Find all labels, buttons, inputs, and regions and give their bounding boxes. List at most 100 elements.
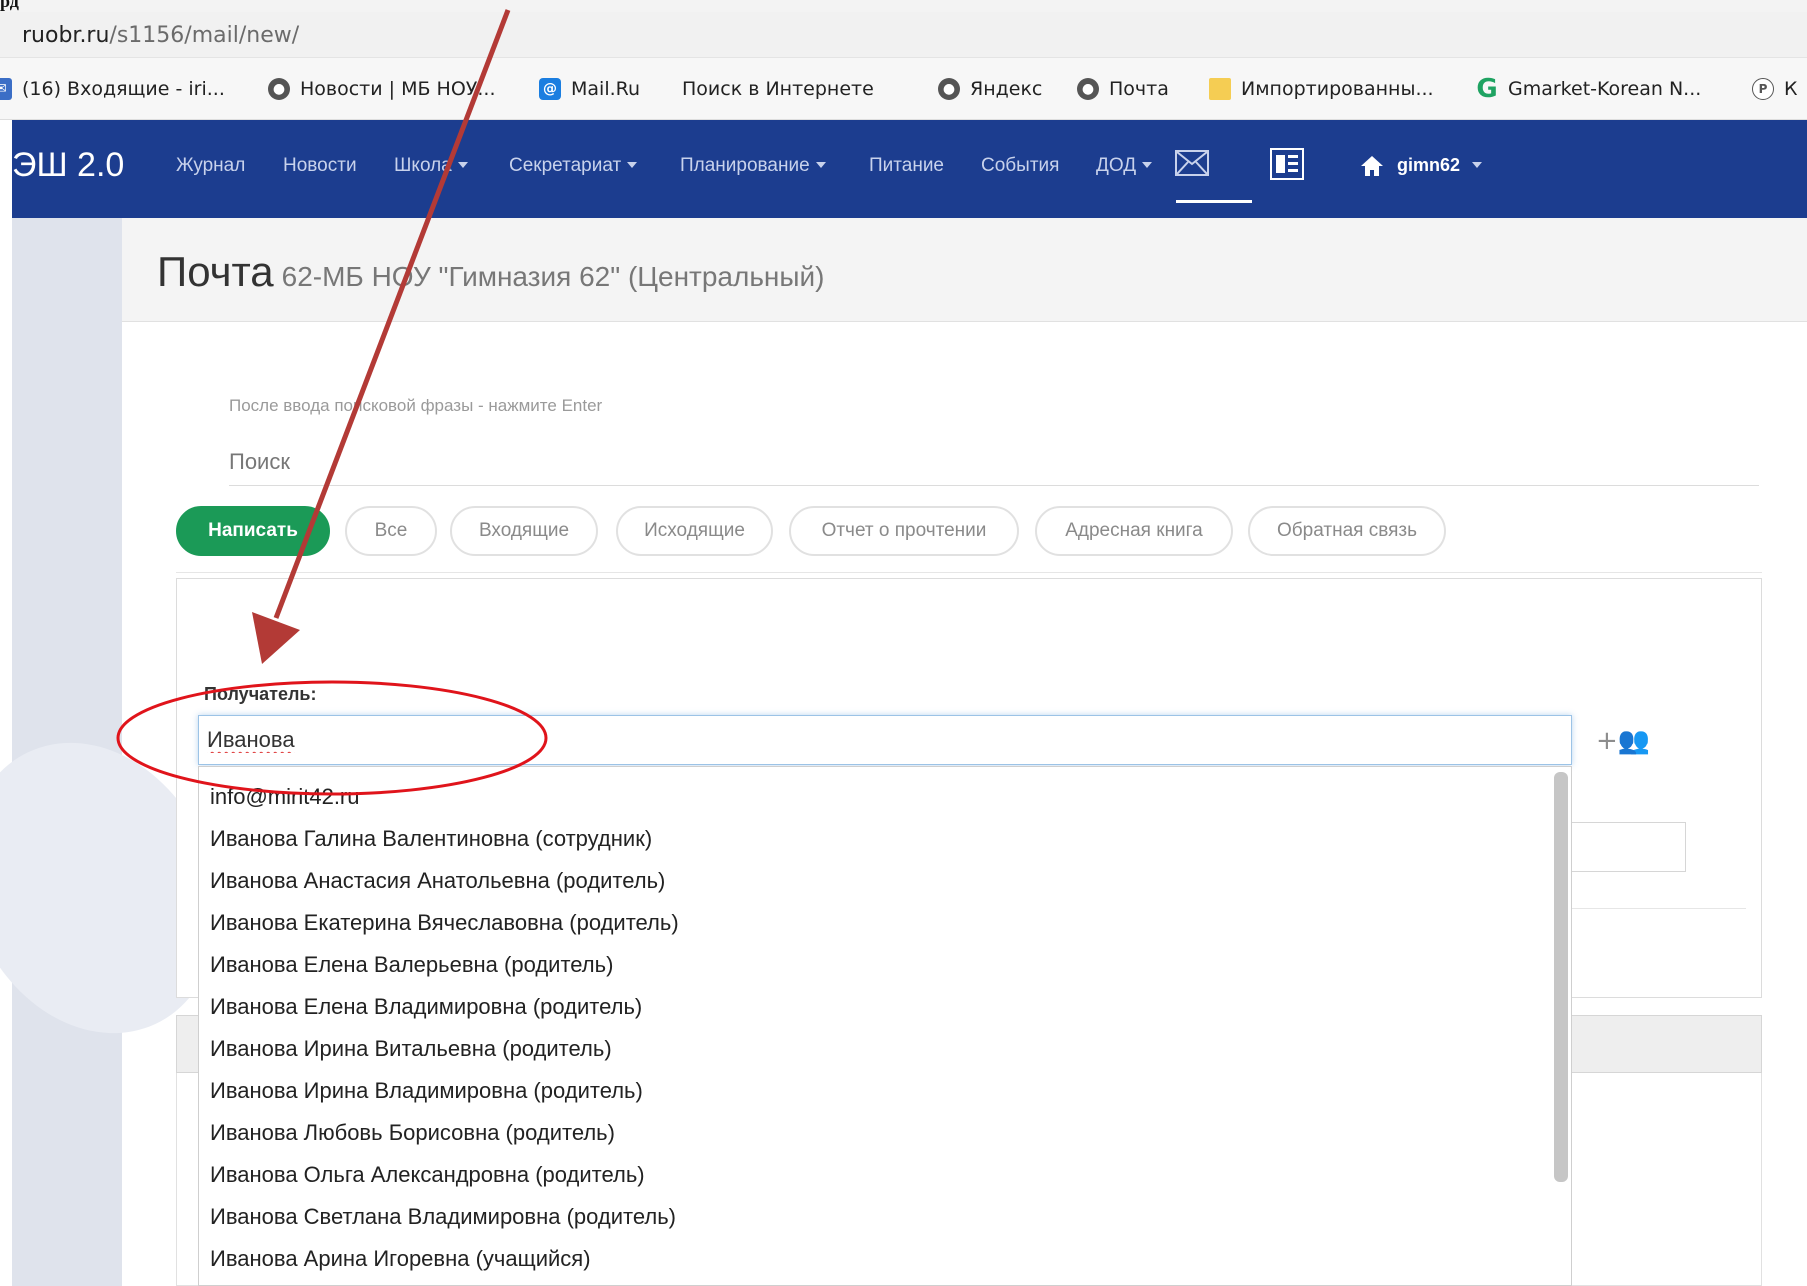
bookmark-label: К bbox=[1784, 78, 1798, 100]
chevron-down-icon bbox=[457, 162, 468, 168]
divider bbox=[176, 572, 1762, 573]
search-input[interactable] bbox=[229, 438, 1759, 486]
url-text[interactable]: ruobr.ru/s1156/mail/new/ bbox=[22, 23, 299, 48]
suggestion-item[interactable]: Иванова Арина Игоревна (учащийся) bbox=[210, 1246, 591, 1272]
url-path: /s1156/mail/new/ bbox=[109, 23, 300, 48]
folder-icon bbox=[1209, 78, 1231, 100]
divider bbox=[1570, 908, 1746, 909]
tab-label: Адресная книга bbox=[1065, 520, 1203, 541]
home-icon[interactable] bbox=[1361, 156, 1383, 176]
globe-icon: ● bbox=[1077, 78, 1099, 100]
suggestion-item[interactable]: Иванова Ирина Витальевна (родитель) bbox=[210, 1036, 612, 1062]
globe-icon: ● bbox=[938, 78, 960, 100]
page-header: Почта 62-МБ НОУ "Гимназия 62" (Центральны… bbox=[122, 218, 1807, 322]
tab-all[interactable]: Все bbox=[345, 506, 437, 556]
page-subtitle: 62-МБ НОУ "Гимназия 62" (Центральный) bbox=[281, 261, 825, 292]
bookmark-search[interactable]: ○ Поиск в Интернете bbox=[682, 74, 933, 534]
nav-item-news[interactable]: Новости bbox=[283, 155, 357, 177]
nav-item-journal[interactable]: Журнал bbox=[176, 155, 245, 177]
mail-icon: ✉ bbox=[0, 78, 12, 100]
board-icon-part bbox=[1288, 162, 1298, 165]
add-contacts-icon[interactable]: +👥 bbox=[1596, 726, 1650, 756]
main-navbar: ЭШ 2.0 Журнал Новости Школа Секретариат … bbox=[12, 120, 1807, 218]
nav-item-label: Планирование bbox=[680, 155, 810, 176]
document-title-fragment: рд bbox=[0, 0, 19, 11]
user-menu[interactable]: gimn62 bbox=[1397, 155, 1483, 176]
nav-item-events[interactable]: События bbox=[981, 155, 1059, 177]
suggestion-item[interactable]: Иванова Ольга Александровна (родитель) bbox=[210, 1162, 645, 1188]
nav-item-label: Журнал bbox=[176, 155, 246, 176]
suggestion-item[interactable]: Иванова Галина Валентиновна (сотрудник) bbox=[210, 826, 652, 852]
recipient-label: Получатель: bbox=[204, 684, 317, 704]
compose-button[interactable]: Написать bbox=[176, 506, 330, 556]
recipient-suggestions: info@mirit42.ru Иванова Галина Валентино… bbox=[198, 766, 1572, 1286]
bookmark-gmarket[interactable]: G Gmarket-Korean N... bbox=[1476, 74, 1701, 104]
page-title-text: Почта bbox=[157, 248, 274, 295]
suggestion-item[interactable]: Иванова Ирина Владимировна (родитель) bbox=[210, 1078, 643, 1104]
nav-item-label: Секретариат bbox=[509, 155, 622, 176]
recipient-input[interactable] bbox=[198, 715, 1572, 765]
active-tab-underline bbox=[1176, 200, 1252, 203]
document-title-strip: рд bbox=[0, 0, 1807, 12]
bookmark-imported[interactable]: Импортированны... bbox=[1209, 74, 1434, 104]
tab-read-receipt[interactable]: Отчет о прочтении bbox=[789, 506, 1019, 556]
bookmark-label: Mail.Ru bbox=[571, 78, 641, 100]
g-icon: G bbox=[1476, 74, 1498, 104]
hidden-field[interactable] bbox=[1570, 822, 1686, 872]
tab-label: Исходящие bbox=[644, 520, 745, 541]
tab-inbox[interactable]: Входящие bbox=[450, 506, 598, 556]
url-host: ruobr.ru bbox=[22, 23, 110, 48]
tab-label: Обратная связь bbox=[1277, 520, 1417, 541]
suggestion-item[interactable]: Иванова Любовь Борисовна (родитель) bbox=[210, 1120, 615, 1146]
bookmark-inbox[interactable]: ✉ (16) Входящие - iri... bbox=[0, 74, 225, 104]
suggestion-item[interactable]: info@mirit42.ru bbox=[210, 784, 360, 810]
chevron-down-icon bbox=[1472, 162, 1483, 168]
nav-item-label: Школа bbox=[394, 155, 452, 176]
bookmark-label: Импортированны... bbox=[1241, 78, 1434, 100]
suggestion-item[interactable]: Иванова Екатерина Вячеславовна (родитель… bbox=[210, 910, 679, 936]
bookmark-label: Яндекс bbox=[970, 78, 1043, 100]
nav-item-label: Питание bbox=[869, 155, 944, 176]
nav-item-secretariat[interactable]: Секретариат bbox=[509, 155, 638, 177]
tab-label: Входящие bbox=[478, 520, 570, 541]
bookmarks-bar: ✉ (16) Входящие - iri... ● Новости | МБ … bbox=[0, 58, 1807, 534]
globe-icon: ● bbox=[268, 78, 290, 100]
suggestion-item[interactable]: Иванова Елена Владимировна (родитель) bbox=[210, 994, 642, 1020]
suggestion-item[interactable]: Иванова Светлана Владимировна (родитель) bbox=[210, 1204, 676, 1230]
bookmark-k[interactable]: P К bbox=[1752, 74, 1798, 104]
chevron-down-icon bbox=[1142, 162, 1153, 168]
tab-sent[interactable]: Исходящие bbox=[616, 506, 773, 556]
tab-address-book[interactable]: Адресная книга bbox=[1035, 506, 1233, 556]
nav-item-dod[interactable]: ДОД bbox=[1096, 155, 1153, 177]
envelope-icon[interactable] bbox=[1175, 150, 1209, 176]
tab-feedback[interactable]: Обратная связь bbox=[1248, 506, 1446, 556]
address-bar[interactable]: ruobr.ru/s1156/mail/new/ bbox=[0, 12, 1807, 58]
nav-item-school[interactable]: Школа bbox=[394, 155, 468, 177]
board-icon-part bbox=[1288, 169, 1298, 172]
board-icon[interactable] bbox=[1270, 148, 1304, 180]
tab-label: Все bbox=[374, 520, 408, 541]
board-icon-part bbox=[1288, 155, 1298, 158]
nav-item-planning[interactable]: Планирование bbox=[680, 155, 826, 177]
suggestion-item[interactable]: Иванова Анастасия Анатольевна (родитель) bbox=[210, 868, 665, 894]
suggestion-item[interactable]: Иванова Елена Валерьевна (родитель) bbox=[210, 952, 613, 978]
nav-item-label: Новости bbox=[283, 155, 357, 176]
bookmark-label: Gmarket-Korean N... bbox=[1508, 78, 1702, 100]
page-title: Почта 62-МБ НОУ "Гимназия 62" (Центральны… bbox=[157, 248, 824, 296]
username: gimn62 bbox=[1397, 155, 1461, 175]
tab-label: Написать bbox=[208, 520, 298, 541]
bookmark-pochta[interactable]: ● Почта bbox=[1077, 74, 1169, 104]
nav-item-food[interactable]: Питание bbox=[869, 155, 944, 177]
bookmark-label: Поиск в Интернете bbox=[682, 78, 874, 100]
board-icon-part bbox=[1276, 155, 1285, 173]
nav-item-label: ДОД bbox=[1096, 155, 1137, 176]
bookmark-news[interactable]: ● Новости | МБ НОУ... bbox=[268, 74, 495, 104]
brand-logo[interactable]: ЭШ 2.0 bbox=[12, 146, 124, 185]
mail-ru-icon: @ bbox=[539, 78, 561, 100]
bookmark-yandex[interactable]: ● Яндекс bbox=[938, 74, 1042, 104]
screenshot-canvas: { "document": { "title_fragment": "рд" }… bbox=[0, 0, 1807, 1286]
chevron-down-icon bbox=[627, 162, 638, 168]
suggestions-scrollbar[interactable] bbox=[1554, 772, 1568, 1182]
bookmark-mailru[interactable]: @ Mail.Ru bbox=[539, 74, 640, 104]
envelope-icon-glyph bbox=[1177, 152, 1207, 174]
